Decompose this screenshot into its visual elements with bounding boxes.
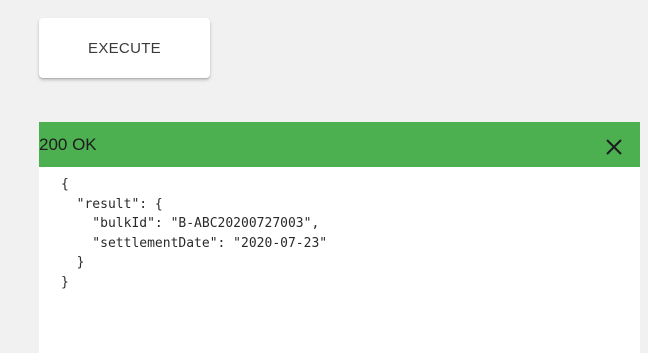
response-json: { "result": { "bulkId": "B-ABC2020072700… (61, 175, 640, 292)
response-body: { "result": { "bulkId": "B-ABC2020072700… (53, 167, 640, 353)
response-panel: 200 OK { "result": { "bulkId": "B-ABC202… (39, 122, 640, 353)
json-line: "result": { (61, 196, 163, 212)
close-icon (606, 138, 622, 155)
response-status-bar: 200 OK (39, 122, 640, 167)
json-line: } (61, 274, 69, 290)
json-line: "bulkId": "B-ABC20200727003", (61, 216, 320, 231)
json-line: "settlementDate": "2020-07-23" (61, 235, 328, 251)
json-line: } (61, 255, 85, 270)
execute-button[interactable]: EXECUTE (39, 18, 210, 78)
json-line: { (61, 177, 69, 192)
close-button[interactable] (600, 133, 628, 161)
response-status-text: 200 OK (39, 134, 97, 154)
